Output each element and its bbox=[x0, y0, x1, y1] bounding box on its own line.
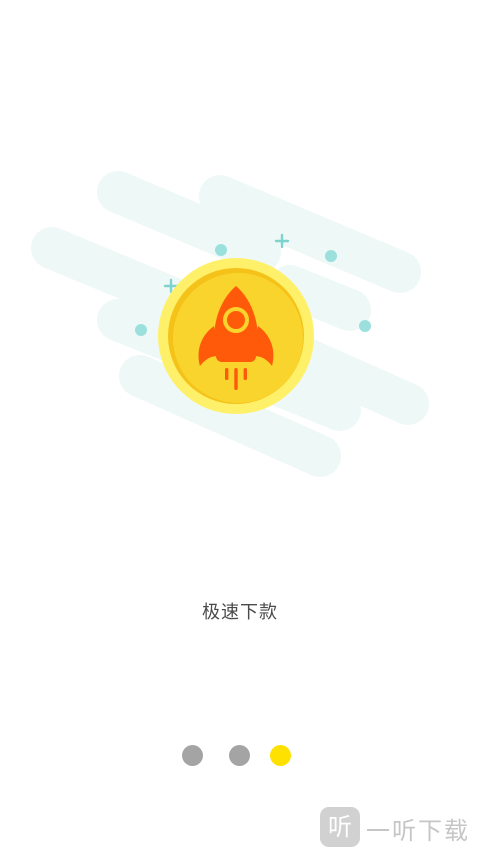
watermark: 听 一听下载 bbox=[310, 805, 480, 853]
sparkle-dot bbox=[135, 324, 147, 336]
sparkle-dot bbox=[359, 320, 371, 332]
page-dot-active[interactable] bbox=[270, 745, 291, 766]
onboarding-caption: 极速下款 bbox=[202, 602, 278, 623]
onboarding-screen: 极速下款 听 一听下载 bbox=[0, 0, 480, 853]
speed-illustration bbox=[31, 171, 429, 477]
sparkle-dot bbox=[325, 250, 337, 262]
watermark-text: 一听下载 bbox=[366, 817, 470, 845]
sparkle-dot bbox=[215, 244, 227, 256]
page-indicator bbox=[0, 745, 480, 767]
page-dot[interactable] bbox=[229, 745, 250, 766]
watermark-logo: 听 bbox=[320, 807, 360, 847]
page-dot[interactable] bbox=[182, 745, 203, 766]
